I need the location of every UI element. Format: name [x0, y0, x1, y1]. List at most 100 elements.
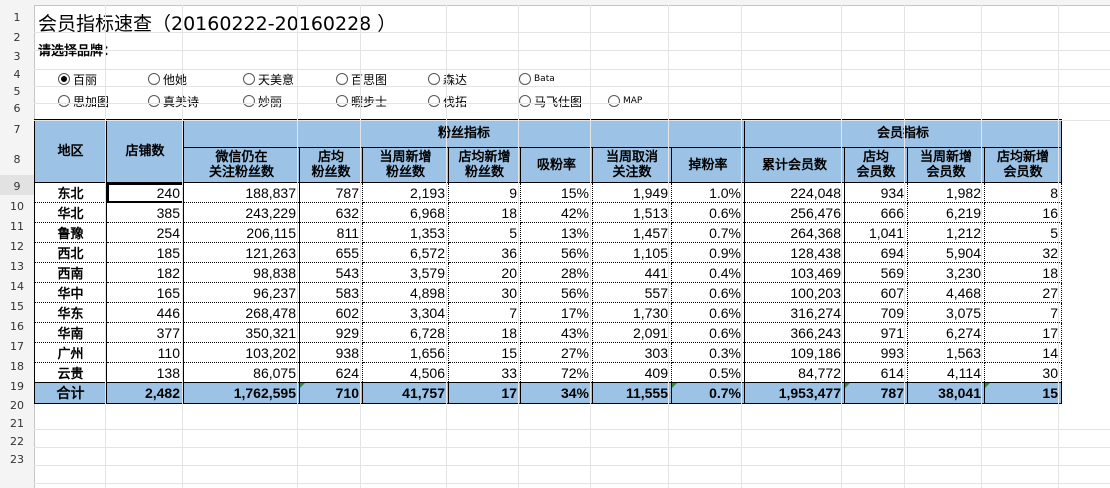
- value-cell[interactable]: 787: [299, 182, 363, 203]
- value-cell[interactable]: 18: [984, 262, 1062, 283]
- brand-radio-row1-0[interactable]: 百丽: [58, 71, 97, 87]
- value-cell[interactable]: 240: [106, 182, 184, 203]
- value-cell[interactable]: 8: [984, 182, 1062, 203]
- subheader-cell[interactable]: 累计会员数: [744, 147, 845, 183]
- value-cell[interactable]: 1,982: [907, 182, 985, 203]
- header-region[interactable]: 地区: [34, 119, 107, 183]
- subheader-cell[interactable]: 店均 粉丝数: [299, 147, 363, 183]
- value-cell[interactable]: 3,075: [907, 302, 985, 323]
- value-cell[interactable]: 36: [448, 242, 521, 263]
- value-cell[interactable]: 0.4%: [671, 262, 745, 283]
- value-cell[interactable]: 632: [299, 202, 363, 223]
- value-cell[interactable]: 1,513: [592, 202, 672, 223]
- brand-radio-row1-5[interactable]: Bata: [519, 71, 555, 87]
- radio-circle-icon[interactable]: [148, 95, 160, 107]
- region-cell[interactable]: 鲁豫: [34, 222, 107, 243]
- radio-circle-icon[interactable]: [58, 73, 70, 85]
- row-number[interactable]: 6: [0, 98, 34, 115]
- value-cell[interactable]: 1,105: [592, 242, 672, 263]
- value-cell[interactable]: 377: [106, 322, 184, 343]
- brand-radio-row1-3[interactable]: 百思图: [336, 71, 387, 87]
- value-cell[interactable]: 6,968: [362, 202, 449, 223]
- value-cell[interactable]: 42%: [520, 202, 593, 223]
- column-header-strip[interactable]: [0, 0, 1110, 6]
- value-cell[interactable]: 543: [299, 262, 363, 283]
- value-cell[interactable]: 1,656: [362, 342, 449, 363]
- value-cell[interactable]: 0.5%: [671, 362, 745, 383]
- value-cell[interactable]: 9: [448, 182, 521, 203]
- value-cell[interactable]: 3,304: [362, 302, 449, 323]
- value-cell[interactable]: 7: [984, 302, 1062, 323]
- value-cell[interactable]: 993: [844, 342, 908, 363]
- region-cell[interactable]: 华北: [34, 202, 107, 223]
- value-cell[interactable]: 109,186: [744, 342, 845, 363]
- total-value-cell[interactable]: 710: [299, 382, 363, 404]
- total-value-cell[interactable]: 38,041: [907, 382, 985, 404]
- value-cell[interactable]: 4,506: [362, 362, 449, 383]
- value-cell[interactable]: 206,115: [183, 222, 300, 243]
- row-number[interactable]: 10: [0, 195, 34, 215]
- total-value-cell[interactable]: 15: [984, 382, 1062, 404]
- row-number[interactable]: 19: [0, 375, 34, 395]
- region-cell[interactable]: 云贵: [34, 362, 107, 383]
- value-cell[interactable]: 6,219: [907, 202, 985, 223]
- value-cell[interactable]: 16: [984, 202, 1062, 223]
- row-number-column[interactable]: 1 2 3 4 5 6 7 8 9 10 11 12 13 14 15 16 17 18 19 20 21 22 23: [0, 5, 35, 488]
- radio-circle-icon[interactable]: [148, 73, 160, 85]
- value-cell[interactable]: 446: [106, 302, 184, 323]
- value-cell[interactable]: 188,837: [183, 182, 300, 203]
- value-cell[interactable]: 20: [448, 262, 521, 283]
- region-cell[interactable]: 东北: [34, 182, 107, 203]
- value-cell[interactable]: 84,772: [744, 362, 845, 383]
- header-member-metrics[interactable]: 会员指标: [744, 119, 1062, 148]
- radio-circle-icon[interactable]: [336, 95, 348, 107]
- value-cell[interactable]: 557: [592, 282, 672, 303]
- radio-circle-icon[interactable]: [519, 73, 531, 85]
- brand-radio-row1-4[interactable]: 森达: [428, 71, 467, 87]
- value-cell[interactable]: 128,438: [744, 242, 845, 263]
- value-cell[interactable]: 624: [299, 362, 363, 383]
- value-cell[interactable]: 138: [106, 362, 184, 383]
- value-cell[interactable]: 934: [844, 182, 908, 203]
- value-cell[interactable]: 5: [984, 222, 1062, 243]
- value-cell[interactable]: 254: [106, 222, 184, 243]
- radio-circle-icon[interactable]: [243, 95, 255, 107]
- row-number[interactable]: 2: [0, 27, 34, 45]
- value-cell[interactable]: 1,212: [907, 222, 985, 243]
- region-cell[interactable]: 西北: [34, 242, 107, 263]
- row-number[interactable]: 23: [0, 449, 34, 467]
- value-cell[interactable]: 929: [299, 322, 363, 343]
- value-cell[interactable]: 1,353: [362, 222, 449, 243]
- subheader-cell[interactable]: 店均 会员数: [844, 147, 908, 183]
- brand-radio-row2-4[interactable]: 伐拓: [428, 93, 467, 109]
- total-value-cell[interactable]: 17: [448, 382, 521, 404]
- row-number[interactable]: 16: [0, 315, 34, 335]
- value-cell[interactable]: 1,730: [592, 302, 672, 323]
- row-number[interactable]: 4: [0, 64, 34, 81]
- value-cell[interactable]: 607: [844, 282, 908, 303]
- subheader-cell[interactable]: 当周新增 粉丝数: [362, 147, 449, 183]
- row-number[interactable]: 15: [0, 295, 34, 315]
- total-value-cell[interactable]: 34%: [520, 382, 593, 404]
- radio-circle-icon[interactable]: [519, 95, 531, 107]
- row-number[interactable]: 22: [0, 431, 34, 449]
- value-cell[interactable]: 709: [844, 302, 908, 323]
- value-cell[interactable]: 6,572: [362, 242, 449, 263]
- value-cell[interactable]: 182: [106, 262, 184, 283]
- value-cell[interactable]: 30: [448, 282, 521, 303]
- value-cell[interactable]: 1,041: [844, 222, 908, 243]
- value-cell[interactable]: 110: [106, 342, 184, 363]
- brand-radio-row2-3[interactable]: 暇步士: [336, 93, 387, 109]
- value-cell[interactable]: 569: [844, 262, 908, 283]
- row-number[interactable]: 9: [0, 175, 34, 195]
- value-cell[interactable]: 17%: [520, 302, 593, 323]
- value-cell[interactable]: 165: [106, 282, 184, 303]
- total-value-cell[interactable]: 1,762,595: [183, 382, 300, 404]
- value-cell[interactable]: 27: [984, 282, 1062, 303]
- radio-circle-icon[interactable]: [428, 95, 440, 107]
- total-value-cell[interactable]: 1,953,477: [744, 382, 845, 404]
- row-number[interactable]: 21: [0, 413, 34, 431]
- value-cell[interactable]: 303: [592, 342, 672, 363]
- row-number[interactable]: 11: [0, 215, 34, 235]
- value-cell[interactable]: 15%: [520, 182, 593, 203]
